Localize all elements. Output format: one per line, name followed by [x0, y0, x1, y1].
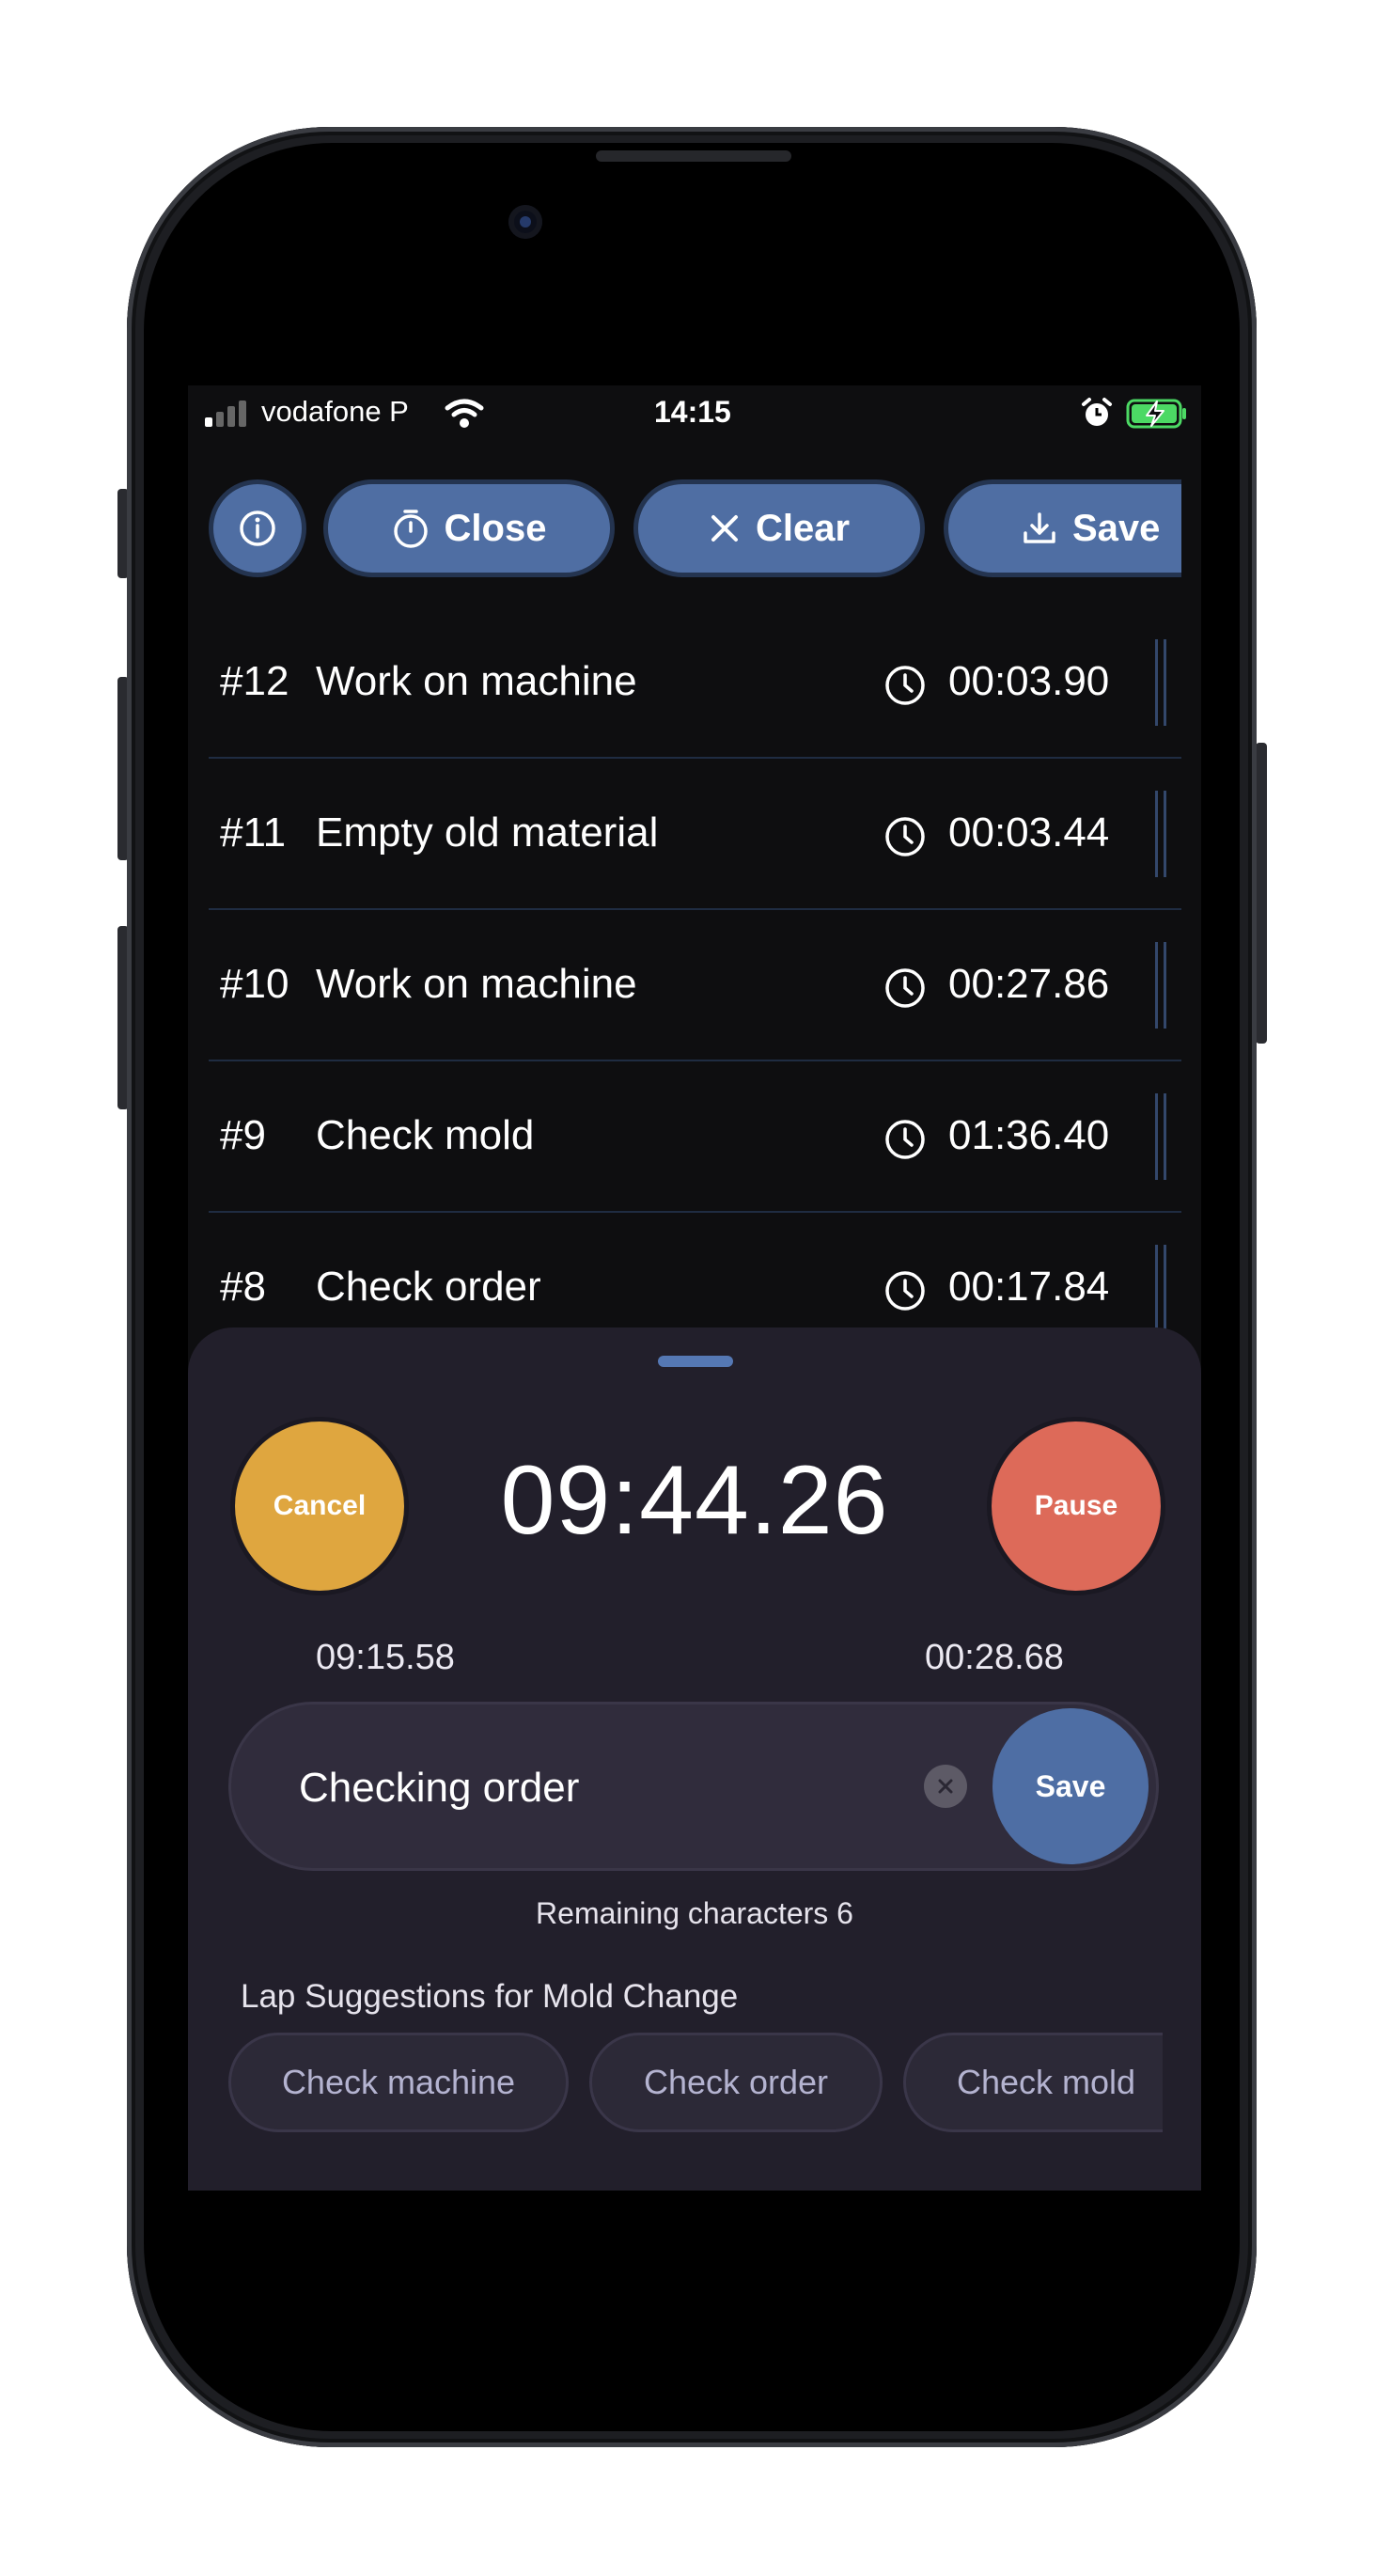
stopwatch-icon	[393, 510, 428, 548]
lap-number: #11	[220, 809, 287, 856]
front-camera	[508, 205, 542, 239]
close-button-label: Close	[444, 507, 547, 549]
current-lap-time: 00:28.68	[925, 1638, 1064, 1677]
lap-row[interactable]: #9 Check mold 01:36.40	[209, 1061, 1181, 1213]
lap-number: #8	[220, 1264, 266, 1310]
suggestion-chips: Check machine Check order Check mold	[228, 2033, 1163, 2136]
clock-icon	[885, 968, 925, 1008]
remaining-characters: Remaining characters 6	[536, 1896, 853, 1930]
carrier-name: vodafone P	[261, 395, 409, 428]
suggestions-title: Lap Suggestions for Mold Change	[241, 1978, 739, 2015]
lap-row[interactable]: #12 Work on machine 00:03.90	[209, 607, 1181, 759]
camera-lens	[520, 216, 531, 228]
lap-time: 00:27.86	[948, 961, 1110, 1007]
lap-drag-handle[interactable]	[1155, 942, 1166, 1029]
lap-name: Empty old material	[316, 809, 659, 856]
download-icon	[1024, 512, 1055, 543]
save-lap-button[interactable]: Save	[992, 1708, 1149, 1864]
status-bar: vodafone P 14:15	[188, 385, 1201, 442]
lap-list: #12 Work on machine 00:03.90 #11 Empty o…	[209, 607, 1181, 1364]
sheet-drag-handle[interactable]	[658, 1356, 733, 1367]
close-button[interactable]: Close	[323, 479, 615, 577]
lap-drag-handle[interactable]	[1155, 791, 1166, 877]
timer-bottom-sheet: Cancel 09:44.26 Pause 09:15.58 00:28.68 …	[188, 1327, 1201, 2191]
status-time: 14:15	[654, 395, 731, 429]
wifi-icon	[445, 399, 484, 428]
clock-icon	[885, 817, 925, 856]
info-button[interactable]	[209, 479, 306, 577]
toolbar: Close Clear Save	[209, 479, 1181, 577]
side-button-power	[1256, 743, 1267, 1044]
lap-time: 00:17.84	[948, 1264, 1110, 1310]
lap-name: Check order	[316, 1264, 541, 1310]
clock-icon	[885, 1120, 925, 1159]
lap-name: Check mold	[316, 1112, 535, 1158]
clear-button-label: Clear	[755, 507, 851, 549]
lap-row[interactable]: #10 Work on machine 00:27.86	[209, 910, 1181, 1061]
clear-button[interactable]: Clear	[633, 479, 925, 577]
lap-number: #10	[220, 961, 289, 1007]
lap-name: Work on machine	[316, 961, 637, 1007]
save-laps-button[interactable]: Save	[944, 479, 1181, 577]
lap-time: 01:36.40	[948, 1112, 1110, 1158]
lap-time: 00:03.44	[948, 809, 1110, 856]
speaker-grill	[596, 150, 791, 162]
lap-drag-handle[interactable]	[1155, 639, 1166, 726]
signal-strength-icon	[205, 399, 248, 427]
suggestion-chip[interactable]: Check order	[589, 2033, 883, 2132]
lap-name-field: Save	[228, 1702, 1159, 1871]
save-laps-button-label: Save	[1072, 507, 1161, 549]
app-screen: vodafone P 14:15 Close Clear Save #12 Wo…	[188, 385, 1201, 2191]
lap-number: #9	[220, 1112, 266, 1158]
lap-name: Work on machine	[316, 658, 637, 704]
clock-icon	[885, 666, 925, 705]
lap-number: #12	[220, 658, 289, 704]
close-icon	[938, 1779, 953, 1794]
lap-row[interactable]: #11 Empty old material 00:03.44	[209, 759, 1181, 910]
lap-name-input[interactable]	[299, 1765, 900, 1812]
suggestion-chip[interactable]: Check mold	[903, 2033, 1163, 2132]
info-icon	[240, 510, 275, 546]
suggestion-chip[interactable]: Check machine	[228, 2033, 569, 2132]
clear-input-button[interactable]	[924, 1765, 967, 1808]
lap-drag-handle[interactable]	[1155, 1093, 1166, 1180]
battery-charging-icon	[1126, 399, 1186, 429]
alarm-icon	[1082, 398, 1112, 426]
pause-button[interactable]: Pause	[992, 1422, 1161, 1591]
lap-drag-handle[interactable]	[1155, 1245, 1166, 1331]
lap-time: 00:03.90	[948, 658, 1110, 704]
clock-icon	[885, 1271, 925, 1311]
total-time: 09:15.58	[316, 1638, 455, 1677]
x-icon	[711, 515, 738, 542]
